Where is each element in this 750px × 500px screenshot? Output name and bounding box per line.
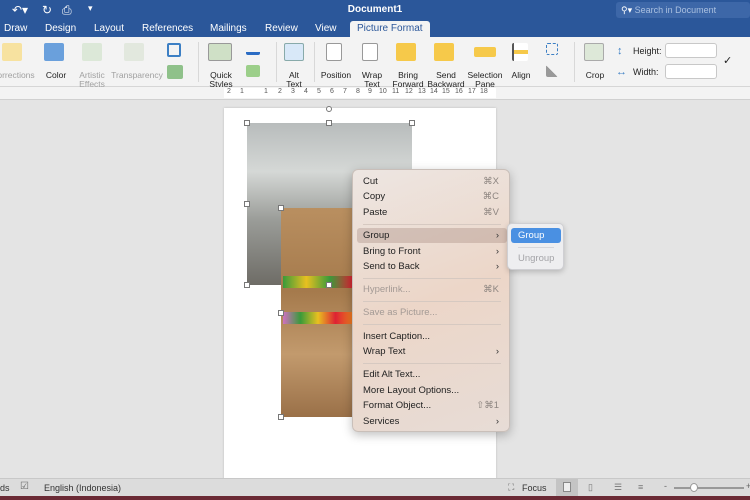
menu-item-save-as-picture[interactable]: Save as Picture...: [357, 305, 507, 320]
chevron-right-icon: ›: [495, 230, 499, 241]
menu-item-copy[interactable]: Copy ⌘C: [357, 189, 507, 204]
artistic-effects-icon[interactable]: [82, 43, 102, 61]
position-icon[interactable]: [326, 43, 342, 61]
tab-design[interactable]: Design: [45, 23, 76, 34]
chevron-right-icon: ›: [495, 416, 499, 427]
menu-item-paste[interactable]: Paste ⌘V: [357, 205, 507, 220]
zoom-out-button[interactable]: -: [664, 481, 667, 491]
zoom-in-button[interactable]: +: [746, 481, 750, 491]
tab-draw[interactable]: Draw: [4, 23, 27, 34]
status-bar: ds ☑ English (Indonesia) ⛶ Focus ▯ ☰ ≡ -…: [0, 478, 750, 496]
menu-item-wrap-text[interactable]: Wrap Text ›: [357, 344, 507, 359]
draft-view-icon[interactable]: ≡: [638, 482, 643, 492]
corrections-icon[interactable]: [2, 43, 22, 61]
crop-icon[interactable]: [584, 43, 604, 61]
focus-icon[interactable]: ⛶: [508, 482, 514, 493]
zoom-slider[interactable]: [674, 487, 744, 489]
change-picture-icon[interactable]: [167, 65, 183, 79]
ruler: 2 1 1 2 3 4 5 6 7 8 9 10 11 12 13 14 15 …: [0, 87, 750, 100]
picture-border-icon[interactable]: [246, 43, 260, 55]
resize-handle[interactable]: [244, 201, 250, 207]
compress-pictures-icon[interactable]: [167, 43, 181, 57]
transparency-icon[interactable]: [124, 43, 144, 61]
menu-item-edit-alt-text[interactable]: Edit Alt Text...: [357, 367, 507, 382]
width-label: Width:: [633, 67, 659, 77]
chevron-right-icon: ›: [495, 246, 499, 257]
color-icon[interactable]: [44, 43, 64, 61]
tab-layout[interactable]: Layout: [94, 23, 124, 34]
chevron-right-icon: ›: [495, 261, 499, 272]
tab-references[interactable]: References: [142, 23, 193, 34]
crop-button[interactable]: Crop: [586, 71, 604, 80]
height-label: Height:: [633, 46, 662, 56]
send-backward-icon[interactable]: [434, 43, 454, 61]
web-layout-view-icon[interactable]: ▯: [588, 482, 593, 493]
outline-view-icon[interactable]: ☰: [614, 482, 622, 493]
tab-mailings[interactable]: Mailings: [210, 23, 247, 34]
menu-item-hyperlink[interactable]: Hyperlink... ⌘K: [357, 282, 507, 297]
resize-handle[interactable]: [278, 414, 284, 420]
chevron-right-icon: ›: [495, 346, 499, 357]
tab-picture-format[interactable]: Picture Format: [350, 21, 430, 37]
menu-item-format-object[interactable]: Format Object... ⇧⌘1: [357, 398, 507, 413]
group-submenu: Group Ungroup: [507, 223, 564, 270]
zoom-slider-thumb[interactable]: [690, 483, 698, 492]
language-indicator[interactable]: English (Indonesia): [44, 483, 121, 493]
align-button[interactable]: Align: [512, 71, 531, 80]
quick-styles-icon[interactable]: [208, 43, 232, 61]
alt-text-icon[interactable]: [284, 43, 304, 61]
resize-handle[interactable]: [278, 310, 284, 316]
focus-button[interactable]: Focus: [522, 483, 547, 493]
ribbon-tabs: Draw Design Layout References Mailings R…: [0, 20, 750, 37]
resize-handle[interactable]: [278, 205, 284, 211]
resize-handle[interactable]: [326, 120, 332, 126]
menu-item-services[interactable]: Services ›: [357, 414, 507, 429]
resize-handle[interactable]: [326, 282, 332, 288]
menu-item-bring-to-front[interactable]: Bring to Front ›: [357, 244, 507, 259]
transparency-button[interactable]: Transparency: [111, 71, 163, 80]
proofing-icon[interactable]: ☑: [20, 481, 29, 492]
bring-forward-icon[interactable]: [396, 43, 416, 61]
menu-item-more-layout-options[interactable]: More Layout Options...: [357, 383, 507, 398]
desktop-background: [0, 496, 750, 500]
resize-handle[interactable]: [244, 120, 250, 126]
menu-item-send-to-back[interactable]: Send to Back ›: [357, 259, 507, 274]
menu-item-insert-caption[interactable]: Insert Caption...: [357, 329, 507, 344]
search-input[interactable]: ⚲▾ Search in Document: [616, 2, 750, 18]
picture-effects-icon[interactable]: [246, 65, 260, 77]
group-objects-icon[interactable]: [546, 43, 558, 55]
submenu-item-ungroup[interactable]: Ungroup: [518, 253, 554, 264]
rotate-handle[interactable]: [326, 106, 332, 112]
rotate-icon[interactable]: [546, 65, 558, 77]
tab-review[interactable]: Review: [265, 23, 298, 34]
align-icon[interactable]: [512, 43, 528, 61]
corrections-button[interactable]: orrections: [0, 71, 35, 80]
print-layout-view-button[interactable]: [556, 479, 578, 496]
lock-aspect-ratio-checkbox[interactable]: ✓: [723, 54, 732, 67]
selection-pane-icon[interactable]: [474, 47, 496, 57]
height-input[interactable]: [665, 43, 717, 58]
submenu-item-group[interactable]: Group: [511, 228, 561, 243]
title-bar: ↶▾ ↻ ⎙ ▾ Document1 ⚲▾ Search in Document: [0, 0, 750, 20]
resize-handle[interactable]: [244, 282, 250, 288]
width-icon: ↔: [616, 66, 627, 78]
search-icon: ⚲▾: [621, 5, 635, 15]
tab-view[interactable]: View: [315, 23, 337, 34]
ribbon: orrections Color Artistic Effects Transp…: [0, 37, 750, 89]
color-button[interactable]: Color: [46, 71, 66, 80]
menu-item-cut[interactable]: Cut ⌘X: [357, 174, 507, 189]
height-icon: ↕: [617, 45, 623, 57]
width-input[interactable]: [665, 64, 717, 79]
position-button[interactable]: Position: [321, 71, 351, 80]
wrap-text-icon[interactable]: [362, 43, 378, 61]
ruler-scale: 2 1 1 2 3 4 5 6 7 8 9 10 11 12 13 14 15 …: [224, 88, 496, 98]
word-count[interactable]: ds: [0, 483, 10, 493]
menu-item-group[interactable]: Group ›: [357, 228, 507, 243]
resize-handle[interactable]: [409, 120, 415, 126]
context-menu: Cut ⌘X Copy ⌘C Paste ⌘V Group › Bring to Fro…: [352, 169, 510, 432]
